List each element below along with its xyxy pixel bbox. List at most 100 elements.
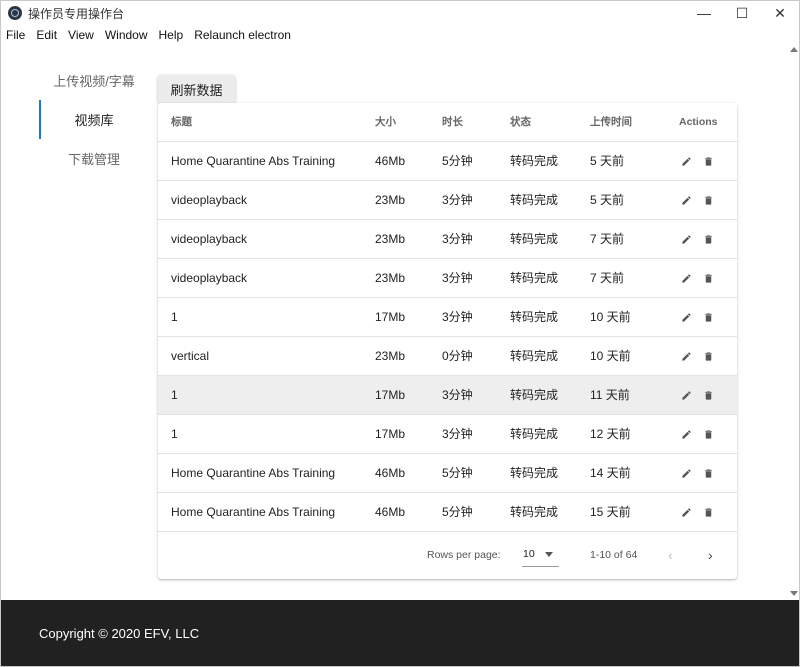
row-status: 转码完成: [510, 388, 559, 402]
header-size[interactable]: 大小: [375, 103, 396, 142]
menu-file[interactable]: File: [1, 28, 30, 42]
row-title: videoplayback: [171, 271, 248, 285]
scroll-up-arrow-icon[interactable]: [790, 47, 798, 52]
trash-icon[interactable]: [701, 311, 715, 324]
vertical-scrollbar[interactable]: [788, 44, 798, 601]
table-row[interactable]: 1 17Mb 3分钟 转码完成 12 天前: [158, 415, 737, 454]
row-size: 46Mb: [375, 466, 406, 480]
table-row[interactable]: 1 17Mb 3分钟 转码完成 10 天前: [158, 298, 737, 337]
row-duration: 3分钟: [442, 388, 473, 402]
row-title: Home Quarantine Abs Training: [171, 154, 336, 168]
trash-icon[interactable]: [701, 428, 715, 441]
trash-icon[interactable]: [701, 389, 715, 402]
row-duration: 5分钟: [442, 505, 473, 519]
row-title: 1: [171, 310, 178, 324]
menu-bar: File Edit View Window Help Relaunch elec…: [1, 25, 799, 44]
trash-icon[interactable]: [701, 155, 715, 168]
row-uploaded: 7 天前: [590, 271, 625, 285]
sidebar-item-upload[interactable]: 上传视频/字幕: [39, 61, 149, 100]
pencil-icon[interactable]: [679, 155, 693, 168]
menu-help[interactable]: Help: [153, 28, 189, 42]
row-size: 46Mb: [375, 154, 406, 168]
next-page-icon[interactable]: ›: [708, 548, 713, 562]
close-button[interactable]: ✕: [761, 1, 799, 25]
row-status: 转码完成: [510, 466, 559, 480]
pencil-icon[interactable]: [679, 350, 693, 363]
previous-page-icon[interactable]: ‹: [668, 548, 673, 562]
row-title: vertical: [171, 349, 210, 363]
window-title: 操作员专用操作台: [28, 6, 125, 21]
pencil-icon[interactable]: [679, 311, 693, 324]
row-size: 23Mb: [375, 271, 406, 285]
sidebar-item-video-library[interactable]: 视频库: [39, 100, 149, 139]
row-status: 转码完成: [510, 349, 559, 363]
table-row[interactable]: videoplayback 23Mb 3分钟 转码完成 7 天前: [158, 220, 737, 259]
row-duration: 3分钟: [442, 271, 473, 285]
row-size: 17Mb: [375, 310, 406, 324]
sidebar-item-download-manager[interactable]: 下载管理: [39, 139, 149, 178]
minimize-button[interactable]: —: [685, 1, 723, 25]
trash-icon[interactable]: [701, 233, 715, 246]
row-status: 转码完成: [510, 232, 559, 246]
pencil-icon[interactable]: [679, 428, 693, 441]
header-status[interactable]: 状态: [510, 103, 531, 142]
menu-relaunch-electron[interactable]: Relaunch electron: [188, 28, 296, 42]
trash-icon[interactable]: [701, 350, 715, 363]
row-size: 23Mb: [375, 193, 406, 207]
pencil-icon[interactable]: [679, 272, 693, 285]
pencil-icon[interactable]: [679, 467, 693, 480]
row-title: Home Quarantine Abs Training: [171, 466, 336, 480]
row-size: 23Mb: [375, 232, 406, 246]
dropdown-arrow-icon: [545, 552, 553, 557]
table-row[interactable]: videoplayback 23Mb 3分钟 转码完成 5 天前: [158, 181, 737, 220]
table-row[interactable]: 1 17Mb 3分钟 转码完成 11 天前: [158, 376, 737, 415]
row-size: 46Mb: [375, 505, 406, 519]
row-title: videoplayback: [171, 232, 248, 246]
row-uploaded: 14 天前: [590, 466, 631, 480]
header-title[interactable]: 标题: [171, 103, 192, 142]
table-row[interactable]: Home Quarantine Abs Training 46Mb 5分钟 转码完成 5…: [158, 142, 737, 181]
title-bar[interactable]: 操作员专用操作台 — ☐ ✕: [1, 1, 799, 25]
row-size: 17Mb: [375, 388, 406, 402]
header-uploaded[interactable]: 上传时间: [590, 103, 632, 142]
row-title: 1: [171, 388, 178, 402]
trash-icon[interactable]: [701, 194, 715, 207]
table-row[interactable]: Home Quarantine Abs Training 46Mb 5分钟 转码完成 1…: [158, 454, 737, 493]
row-status: 转码完成: [510, 310, 559, 324]
table-body: Home Quarantine Abs Training 46Mb 5分钟 转码完成 5…: [158, 142, 737, 532]
menu-edit[interactable]: Edit: [30, 28, 62, 42]
row-uploaded: 7 天前: [590, 232, 625, 246]
row-uploaded: 10 天前: [590, 349, 631, 363]
pencil-icon[interactable]: [679, 233, 693, 246]
table-row[interactable]: vertical 23Mb 0分钟 转码完成 10 天前: [158, 337, 737, 376]
pencil-icon[interactable]: [679, 506, 693, 519]
row-duration: 5分钟: [442, 466, 473, 480]
row-size: 17Mb: [375, 427, 406, 441]
trash-icon[interactable]: [701, 467, 715, 480]
row-duration: 3分钟: [442, 193, 473, 207]
menu-view[interactable]: View: [62, 28, 99, 42]
pencil-icon[interactable]: [679, 194, 693, 207]
trash-icon[interactable]: [701, 272, 715, 285]
rows-per-page-select[interactable]: 10: [522, 544, 559, 567]
row-uploaded: 15 天前: [590, 505, 631, 519]
table-row[interactable]: videoplayback 23Mb 3分钟 转码完成 7 天前: [158, 259, 737, 298]
row-uploaded: 5 天前: [590, 154, 625, 168]
row-status: 转码完成: [510, 271, 559, 285]
table-pagination: Rows per page: 10 1-10 of 64 ‹ ›: [158, 532, 737, 578]
row-duration: 3分钟: [442, 427, 473, 441]
menu-window[interactable]: Window: [99, 28, 153, 42]
refresh-data-button[interactable]: 刷新数据: [158, 75, 235, 103]
row-uploaded: 12 天前: [590, 427, 631, 441]
row-status: 转码完成: [510, 427, 559, 441]
header-duration[interactable]: 时长: [442, 103, 463, 142]
maximize-button[interactable]: ☐: [723, 1, 761, 25]
row-status: 转码完成: [510, 193, 559, 207]
pencil-icon[interactable]: [679, 389, 693, 402]
trash-icon[interactable]: [701, 506, 715, 519]
row-status: 转码完成: [510, 505, 559, 519]
header-actions: Actions: [679, 116, 718, 128]
row-duration: 3分钟: [442, 310, 473, 324]
table-row[interactable]: Home Quarantine Abs Training 46Mb 5分钟 转码完成 1…: [158, 493, 737, 532]
scroll-down-arrow-icon[interactable]: [790, 591, 798, 596]
